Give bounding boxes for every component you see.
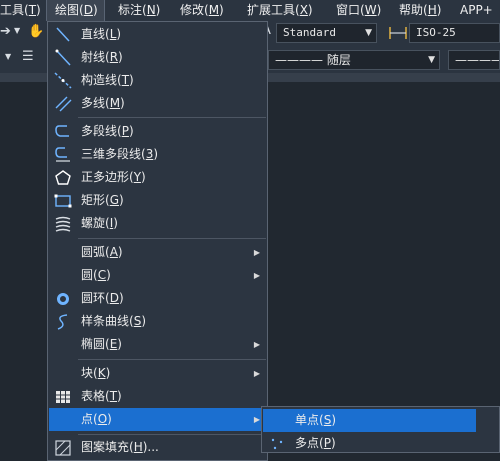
menu-separator: [78, 434, 266, 435]
multiline-icon: [55, 96, 72, 112]
line-icon: [56, 27, 70, 42]
menu-item-multiple-points[interactable]: 多点(P): [263, 432, 476, 455]
menu-app-plus[interactable]: APP+: [460, 0, 493, 21]
3d-polyline-icon: [55, 147, 70, 162]
construction-line-icon: [54, 72, 72, 89]
dropdown-arrow-icon[interactable]: ▼: [5, 52, 11, 61]
submenu-arrow-icon: ▶: [253, 369, 260, 378]
arrow-right-icon[interactable]: ➔: [0, 24, 11, 39]
menu-item-multiline[interactable]: 多线(M): [49, 92, 266, 115]
polygon-icon: [55, 170, 71, 185]
menu-bar: 工具(T) 绘图(D) 标注(N) 修改(M) 扩展工具(X) 窗口(W) 帮助…: [0, 0, 500, 22]
spline-icon: [57, 314, 68, 330]
linetype-combo[interactable]: ———— 随层 ▼: [268, 50, 440, 70]
menu-item-ray[interactable]: 射线(R): [49, 46, 266, 69]
dim-style-icon: [389, 27, 407, 39]
menu-item-point[interactable]: 点(O) ▶: [49, 408, 266, 431]
menu-item-single-point[interactable]: 单点(S): [263, 409, 476, 432]
submenu-arrow-icon: ▶: [253, 271, 260, 280]
submenu-arrow-icon: ▶: [253, 248, 260, 257]
ray-icon: [55, 49, 71, 66]
menu-item-circle[interactable]: 圆(C) ▶: [49, 264, 266, 287]
table-icon: [56, 391, 70, 403]
submenu-arrow-icon: ▶: [253, 340, 260, 349]
menu-item-donut[interactable]: 圆环(D): [49, 287, 266, 310]
chevron-down-icon: ▼: [365, 28, 372, 38]
menu-help[interactable]: 帮助(H): [399, 0, 441, 21]
menu-item-polygon[interactable]: 正多边形(Y): [49, 166, 266, 189]
menu-dimension[interactable]: 标注(N): [118, 0, 160, 21]
menu-window[interactable]: 窗口(W): [336, 0, 381, 21]
submenu-arrow-icon: ▶: [253, 415, 260, 424]
menu-item-block[interactable]: 块(K) ▶: [49, 362, 266, 385]
donut-icon: [57, 293, 69, 305]
polyline-icon: [55, 125, 69, 137]
draw-menu: 直线(L) 射线(R) 构造线(T) 多线(M) 多段线(P) 三维多段线(3)…: [47, 21, 268, 461]
menu-item-helix[interactable]: 螺旋(I): [49, 212, 266, 235]
pan-hand-icon[interactable]: ✋: [28, 24, 44, 39]
menu-item-construction-line[interactable]: 构造线(T): [49, 69, 266, 92]
multiple-points-icon: [271, 438, 283, 450]
menu-item-line[interactable]: 直线(L): [49, 23, 266, 46]
menu-item-hatch[interactable]: 图案填充(H)...: [49, 436, 266, 459]
chevron-down-icon: ▼: [428, 55, 435, 65]
menu-item-polyline[interactable]: 多段线(P): [49, 120, 266, 143]
dropdown-arrow-icon[interactable]: ▼: [14, 26, 20, 35]
menu-separator: [78, 238, 266, 239]
text-style-combo[interactable]: Standard ▼: [276, 23, 377, 43]
hatch-icon: [55, 440, 71, 456]
layer-icon[interactable]: ☰: [22, 49, 34, 64]
dim-style-combo[interactable]: ISO-25: [409, 23, 500, 43]
menu-item-3d-polyline[interactable]: 三维多段线(3): [49, 143, 266, 166]
menu-item-spline[interactable]: 样条曲线(S): [49, 310, 266, 333]
menu-separator: [78, 359, 266, 360]
menu-item-arc[interactable]: 圆弧(A) ▶: [49, 241, 266, 264]
menu-separator: [78, 117, 266, 118]
menu-item-ellipse[interactable]: 椭圆(E) ▶: [49, 333, 266, 356]
point-submenu: 单点(S) 多点(P): [261, 406, 500, 453]
lineweight-combo[interactable]: ————: [448, 50, 500, 70]
menu-item-table[interactable]: 表格(T): [49, 385, 266, 408]
menu-extended-tools[interactable]: 扩展工具(X): [247, 0, 313, 21]
rectangle-icon: [54, 194, 72, 208]
menu-item-rectangle[interactable]: 矩形(G): [49, 189, 266, 212]
menu-modify[interactable]: 修改(M): [180, 0, 224, 21]
menu-draw[interactable]: 绘图(D): [46, 0, 105, 22]
menu-tools[interactable]: 工具(T): [0, 0, 41, 21]
helix-icon: [55, 216, 71, 232]
